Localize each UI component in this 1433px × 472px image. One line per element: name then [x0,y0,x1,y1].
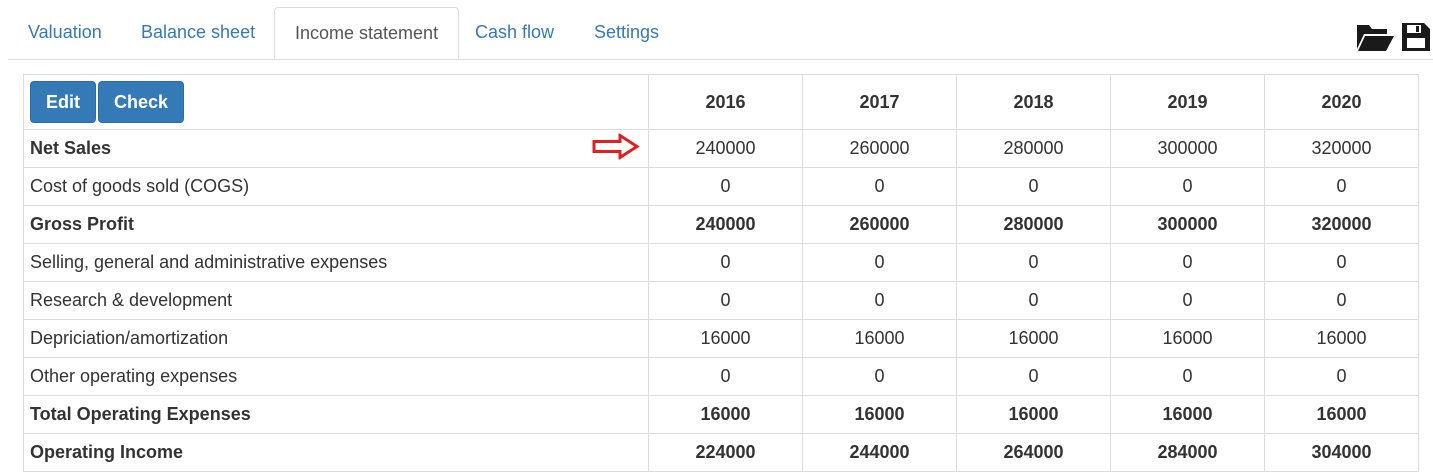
table-cell: 0 [1264,167,1419,206]
save-icon[interactable] [1401,21,1431,55]
table-cell: 16000 [956,395,1111,434]
table-row: Operating Income 224000 244000 264000 28… [23,433,1419,472]
table-row: Other operating expenses 0 0 0 0 0 [23,357,1419,396]
row-label: Depriciation/amortization [23,319,649,358]
table-cell: 224000 [648,433,803,472]
table-cell: 16000 [648,319,803,358]
tab-income-statement[interactable]: Income statement [274,7,460,59]
tab-cash-flow[interactable]: Cash flow [455,7,574,58]
year-header: 2020 [1264,74,1419,130]
tab-bar: Valuation Balance sheet Income statement… [8,7,1433,60]
tab-balance-sheet[interactable]: Balance sheet [121,7,275,58]
table-row: Selling, general and administrative expe… [23,243,1419,282]
table-cell: 16000 [648,395,803,434]
table-cell: 284000 [1110,433,1265,472]
table-cell: 300000 [1110,129,1265,168]
table-cell: 16000 [802,319,957,358]
table-cell: 0 [956,243,1111,282]
table-row: Gross Profit 240000 260000 280000 300000… [23,205,1419,244]
table-cell: 0 [1264,357,1419,396]
table-cell: 304000 [1264,433,1419,472]
row-label: Operating Income [23,433,649,472]
table-cell: 0 [956,281,1111,320]
table-cell: 240000 [648,205,803,244]
table-cell: 0 [648,243,803,282]
table-cell: 0 [648,167,803,206]
table-cell: 0 [802,167,957,206]
year-header: 2019 [1110,74,1265,130]
row-label: Cost of goods sold (COGS) [23,167,649,206]
income-statement-table: Edit Check 2016 2017 2018 2019 2020 Net S… [23,74,1419,472]
table-cell: 16000 [956,319,1111,358]
header-actions-cell: Edit Check [23,74,649,130]
table-cell: 240000 [648,129,803,168]
table-row: Net Sales 240000 260000 280000 300000 32… [23,129,1419,168]
year-header: 2017 [802,74,957,130]
table-cell: 16000 [1264,395,1419,434]
toolbar [1355,21,1431,55]
table-cell: 280000 [956,205,1111,244]
table-cell: 300000 [1110,205,1265,244]
folder-open-icon[interactable] [1355,21,1395,55]
table-cell: 0 [802,243,957,282]
table-cell: 16000 [1110,395,1265,434]
table-cell: 264000 [956,433,1111,472]
row-label: Other operating expenses [23,357,649,396]
table-cell: 16000 [1264,319,1419,358]
table-cell: 0 [1110,281,1265,320]
tab-settings[interactable]: Settings [574,7,679,58]
edit-button[interactable]: Edit [30,81,96,123]
table-cell: 244000 [802,433,957,472]
table-row: Research & development 0 0 0 0 0 [23,281,1419,320]
table-cell: 260000 [802,205,957,244]
table-cell: 0 [1264,243,1419,282]
row-label: Gross Profit [23,205,649,244]
year-header: 2018 [956,74,1111,130]
row-label: Total Operating Expenses [23,395,649,434]
table-header-row: Edit Check 2016 2017 2018 2019 2020 [23,74,1419,130]
tab-valuation[interactable]: Valuation [8,7,122,58]
row-label-cell: Net Sales [23,129,649,168]
table-cell: 260000 [802,129,957,168]
table-row: Depriciation/amortization 16000 16000 16… [23,319,1419,358]
table-cell: 0 [1264,281,1419,320]
check-button[interactable]: Check [98,81,185,123]
table-cell: 0 [956,357,1111,396]
table-cell: 280000 [956,129,1111,168]
table-cell: 16000 [802,395,957,434]
row-label: Selling, general and administrative expe… [23,243,649,282]
table-row: Total Operating Expenses 16000 16000 160… [23,395,1419,434]
table-cell: 0 [956,167,1111,206]
table-cell: 0 [802,281,957,320]
table-cell: 320000 [1264,129,1419,168]
table-cell: 0 [802,357,957,396]
table-cell: 0 [1110,243,1265,282]
table-cell: 16000 [1110,319,1265,358]
row-label: Research & development [23,281,649,320]
table-row: Cost of goods sold (COGS) 0 0 0 0 0 [23,167,1419,206]
year-header: 2016 [648,74,803,130]
table-cell: 0 [1110,167,1265,206]
table-cell: 320000 [1264,205,1419,244]
table-cell: 0 [648,357,803,396]
row-label: Net Sales [30,138,112,158]
table-cell: 0 [1110,357,1265,396]
arrow-right-icon [592,132,640,164]
table-cell: 0 [648,281,803,320]
